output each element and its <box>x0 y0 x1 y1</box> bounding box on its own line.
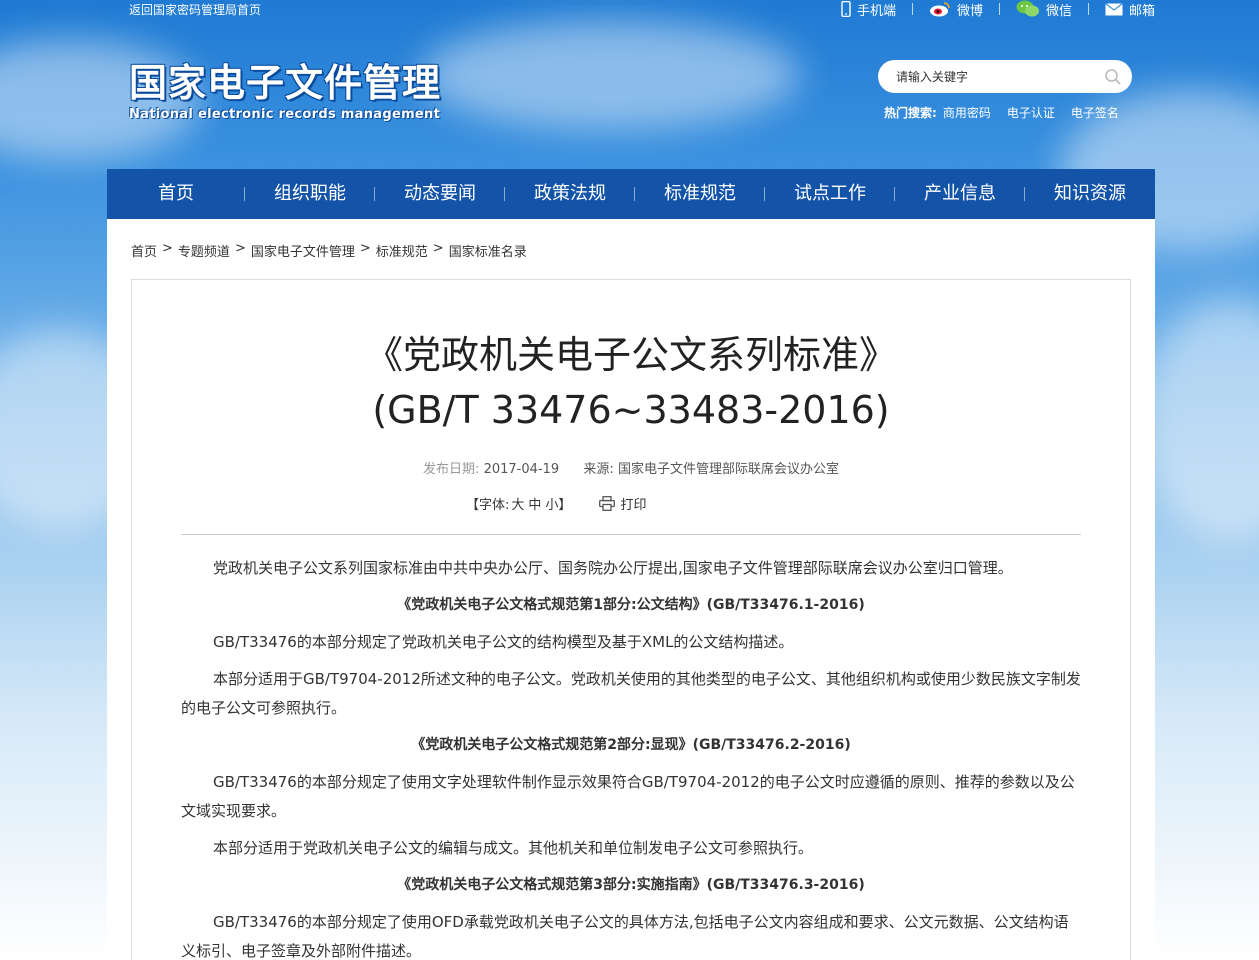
breadcrumb-separator: > <box>234 241 246 256</box>
font-size-medium-button[interactable]: 中 <box>528 494 541 513</box>
nav-item-pilot[interactable]: 试点工作 <box>765 169 895 219</box>
divider <box>998 3 1000 15</box>
date-label: 发布日期: <box>423 462 480 477</box>
article-divider <box>181 534 1081 535</box>
wechat-link-label: 微信 <box>1045 3 1072 19</box>
breadcrumb-separator: > <box>162 241 173 256</box>
article: 《党政机关电子公文系列标准》 (GB/T 33476~33483-2016) 发… <box>131 279 1131 960</box>
breadcrumb-item[interactable]: 国家电子文件管理 <box>251 241 355 260</box>
hot-search-label: 热门搜索: <box>884 106 937 120</box>
breadcrumb-item[interactable]: 国家标准名录 <box>449 241 527 260</box>
weibo-icon <box>929 2 950 17</box>
source: 国家电子文件管理部际联席会议办公室 <box>617 462 839 477</box>
article-paragraph: GB/T33476的本部分规定了党政机关电子公文的结构模型及基于XML的公文结构… <box>213 633 794 651</box>
nav-item-industry[interactable]: 产业信息 <box>895 169 1025 219</box>
article-paragraph: GB/T33476的本部分规定了使用OFD承载党政机关电子公文的具体方法,包括电… <box>181 913 1069 960</box>
top-links: 手机端 微博 微信 邮箱 <box>841 0 1155 19</box>
site-logo-title[interactable]: 国家电子文件管理 <box>129 52 441 107</box>
search-icon[interactable] <box>1104 68 1122 86</box>
mail-icon <box>1105 2 1123 15</box>
back-to-osca-link[interactable]: 返回国家密码管理局首页 <box>129 1 261 18</box>
hot-search-term[interactable]: 商用密码 <box>943 104 991 121</box>
mail-link-label: 邮箱 <box>1128 3 1155 19</box>
article-section-heading: 《党政机关电子公文格式规范第2部分:显现》(GB/T33476.2-2016) <box>411 737 851 753</box>
article-tools: 【字体: 大 中 小】 打印 <box>466 494 646 513</box>
divider <box>1087 3 1089 15</box>
article-section-heading: 《党政机关电子公文格式规范第1部分:公文结构》(GB/T33476.1-2016… <box>397 597 865 613</box>
print-label: 打印 <box>620 498 647 513</box>
breadcrumb-item[interactable]: 专题频道 <box>178 241 230 260</box>
article-title: 《党政机关电子公文系列标准》 (GB/T 33476~33483-2016) <box>132 328 1130 438</box>
search-input[interactable] <box>896 67 1096 87</box>
article-paragraph: 本部分适用于党政机关电子公文的编辑与成文。其他机关和单位制发电子公文可参照执行。 <box>213 839 814 857</box>
top-bar: 返回国家密码管理局首页 手机端 微博 微信 邮箱 <box>0 0 1259 22</box>
mail-link[interactable]: 邮箱 <box>1105 0 1155 19</box>
article-meta: 发布日期: 2017-04-19 来源: 国家电子文件管理部际联席会议办公室 <box>132 458 1130 477</box>
breadcrumb-separator: > <box>359 241 371 256</box>
site-logo-subtitle: National electronic records management <box>129 107 441 122</box>
nav-item-policy[interactable]: 政策法规 <box>505 169 635 219</box>
font-size-large-button[interactable]: 大 <box>511 494 524 513</box>
main-nav: 首页 组织职能 动态要闻 政策法规 标准规范 试点工作 产业信息 知识资源 <box>107 169 1155 219</box>
wechat-icon <box>1016 0 1039 17</box>
publish-date: 2017-04-19 <box>483 462 560 477</box>
printer-icon <box>599 496 616 511</box>
nav-item-news[interactable]: 动态要闻 <box>375 169 505 219</box>
nav-item-knowledge[interactable]: 知识资源 <box>1025 169 1155 219</box>
mobile-link[interactable]: 手机端 <box>841 0 896 19</box>
nav-item-home[interactable]: 首页 <box>107 169 245 219</box>
breadcrumb-item[interactable]: 首页 <box>131 241 157 260</box>
breadcrumb: 首页 > 专题频道 > 国家电子文件管理 > 标准规范 > 国家标准名录 <box>131 241 527 260</box>
weibo-link[interactable]: 微博 <box>929 0 983 19</box>
font-size-small-button[interactable]: 小】 <box>545 494 571 513</box>
weibo-link-label: 微博 <box>956 3 983 19</box>
print-button[interactable]: 打印 <box>599 494 646 513</box>
nav-item-organization[interactable]: 组织职能 <box>245 169 375 219</box>
search-box <box>878 60 1132 93</box>
article-body: 党政机关电子公文系列国家标准由中共中央办公厅、国务院办公厅提出,国家电子文件管理… <box>181 554 1081 960</box>
hot-search-term[interactable]: 电子签名 <box>1071 104 1119 121</box>
article-section-heading: 《党政机关电子公文格式规范第3部分:实施指南》(GB/T33476.3-2016… <box>397 877 865 893</box>
font-size-label: 【字体: <box>466 498 510 513</box>
content-panel: 首页 > 专题频道 > 国家电子文件管理 > 标准规范 > 国家标准名录 《党政机关电子… <box>107 219 1155 960</box>
source-label: 来源: <box>583 462 614 477</box>
article-title-line1: 《党政机关电子公文系列标准》 <box>364 333 897 377</box>
breadcrumb-item[interactable]: 标准规范 <box>376 241 428 260</box>
article-title-line2: (GB/T 33476~33483-2016) <box>372 388 890 432</box>
article-paragraph: GB/T33476的本部分规定了使用文字处理软件制作显示效果符合GB/T9704… <box>181 773 1075 820</box>
nav-item-standards[interactable]: 标准规范 <box>635 169 765 219</box>
wechat-link[interactable]: 微信 <box>1016 0 1072 19</box>
hot-search-term[interactable]: 电子认证 <box>1007 104 1055 121</box>
breadcrumb-separator: > <box>432 241 444 256</box>
mobile-icon <box>841 1 851 17</box>
mobile-link-label: 手机端 <box>856 3 896 19</box>
article-paragraph: 党政机关电子公文系列国家标准由中共中央办公厅、国务院办公厅提出,国家电子文件管理… <box>213 559 1013 577</box>
hot-search: 热门搜索: 商用密码 电子认证 电子签名 <box>884 104 1135 121</box>
article-paragraph: 本部分适用于GB/T9704-2012所述文种的电子公文。党政机关使用的其他类型… <box>181 670 1081 717</box>
divider <box>911 3 913 15</box>
